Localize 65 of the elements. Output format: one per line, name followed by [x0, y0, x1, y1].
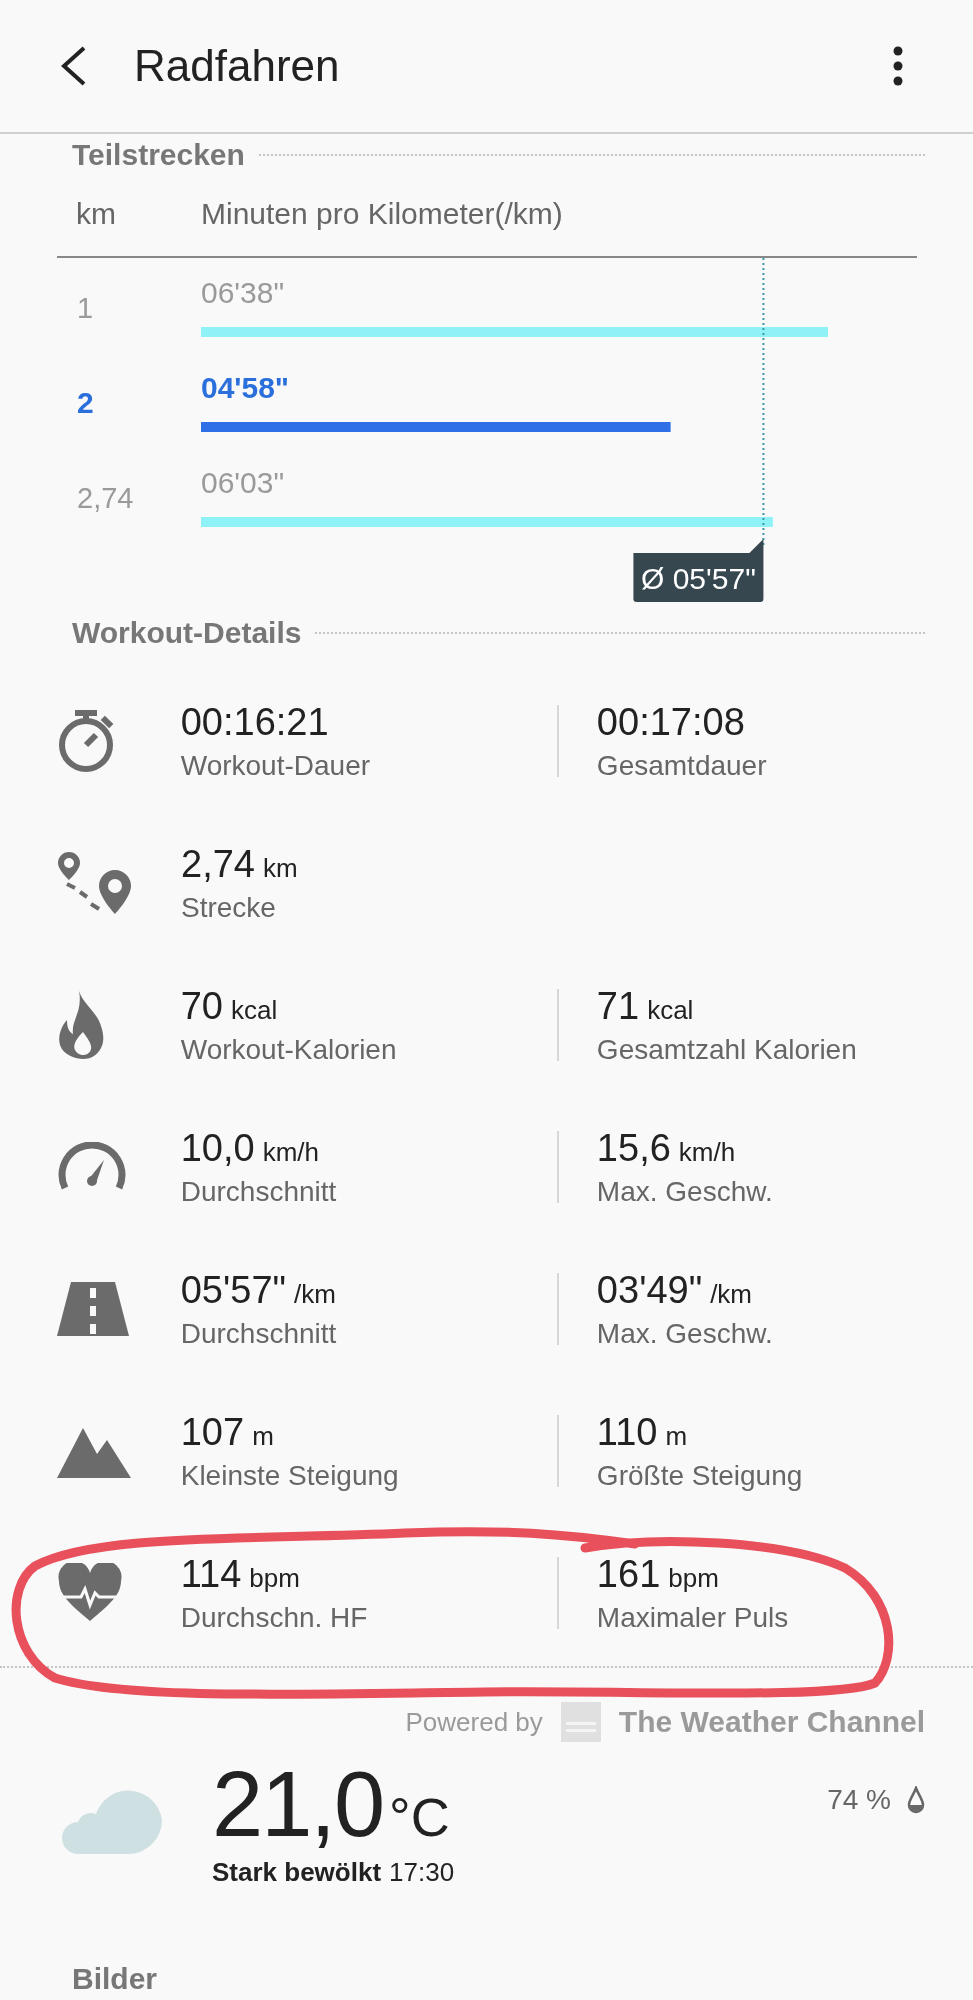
metric-unit: m: [665, 1420, 688, 1452]
km-label: 2,74: [77, 482, 134, 514]
section-title: Teilstrecken: [72, 138, 245, 172]
metric-value: 10,0: [180, 1126, 255, 1170]
metric-label: Gesamtdauer: [596, 749, 768, 782]
metric-unit: km/h: [262, 1136, 320, 1168]
more-options-icon[interactable]: [893, 46, 903, 86]
metric-unit: bpm: [249, 1562, 300, 1594]
pace-label: 06'38": [201, 276, 285, 309]
temperature: 21,0: [212, 1752, 384, 1857]
metric-value: 110: [596, 1410, 658, 1454]
metric-value: 00:17:08: [596, 700, 745, 744]
weather-provider: The Weather Channel: [618, 1705, 925, 1739]
temperature-unit: °C: [389, 1786, 450, 1848]
metric-label: Größte Steigung: [596, 1459, 804, 1492]
metric-value: 15,6: [596, 1126, 671, 1170]
km-label: 2: [77, 386, 94, 419]
metric-value: 00:16:21: [180, 700, 329, 744]
ref-line-label: Ø 05'57": [641, 562, 756, 595]
metric-unit: kcal: [231, 994, 278, 1026]
metric-unit: kcal: [647, 994, 694, 1026]
metric-value: 114: [180, 1552, 242, 1596]
metric-label: Max. Geschw.: [596, 1175, 774, 1208]
pace-label: 04'58": [201, 371, 290, 404]
metric-label: Durchschnitt: [180, 1175, 338, 1208]
km-label: 1: [77, 292, 94, 324]
metric-value: 107: [180, 1410, 245, 1454]
metric-unit: /km: [294, 1278, 336, 1310]
section-title: Workout-Details: [72, 616, 302, 650]
weather-condition: Stark bewölkt: [212, 1857, 382, 1888]
metric-label: Workout-Dauer: [180, 749, 372, 782]
metric-value: 70: [180, 984, 223, 1028]
metric-unit: km/h: [678, 1136, 736, 1168]
road-icon: [57, 1282, 129, 1336]
metric-label: Max. Geschw.: [596, 1317, 774, 1350]
section-title: Bilder: [72, 1962, 158, 1996]
column-header: km: [76, 197, 117, 231]
metric-label: Kleinste Steigung: [180, 1459, 400, 1492]
metric-value: 03'49": [596, 1268, 703, 1312]
metric-value: 2,74: [181, 842, 255, 886]
humidity-value: 74 %: [827, 1784, 891, 1816]
route-icon: [57, 850, 133, 916]
metric-label: Durchschnitt: [180, 1317, 338, 1350]
column-header: Minuten pro Kilometer(/km): [201, 197, 563, 231]
metric-unit: km: [262, 852, 298, 884]
screen-title: Radfahren: [134, 41, 341, 91]
metric-label: Workout-Kalorien: [180, 1033, 398, 1066]
pace-label: 06'03": [201, 466, 285, 499]
metric-value: 161: [596, 1552, 661, 1596]
metric-unit: /km: [710, 1278, 753, 1310]
heart-rate-icon: [57, 1563, 123, 1623]
weather-logo-icon: [560, 1702, 601, 1742]
average-badge: Ø 05'57": [633, 539, 764, 602]
metric-label: Durchschn. HF: [180, 1601, 369, 1634]
metric-label: Strecke: [181, 891, 277, 924]
metric-label: Gesamtzahl Kalorien: [596, 1033, 858, 1066]
metric-unit: bpm: [668, 1562, 719, 1594]
metric-label: Maximaler Puls: [596, 1601, 790, 1634]
metric-value: 71: [596, 984, 640, 1028]
metric-unit: m: [252, 1420, 274, 1452]
powered-by-text: Powered by: [405, 1706, 543, 1738]
metric-value: 05'57": [180, 1268, 286, 1312]
weather-time: 17:30: [389, 1857, 455, 1888]
water-drop-icon: [907, 1786, 925, 1814]
speedometer-icon: [57, 1142, 127, 1192]
